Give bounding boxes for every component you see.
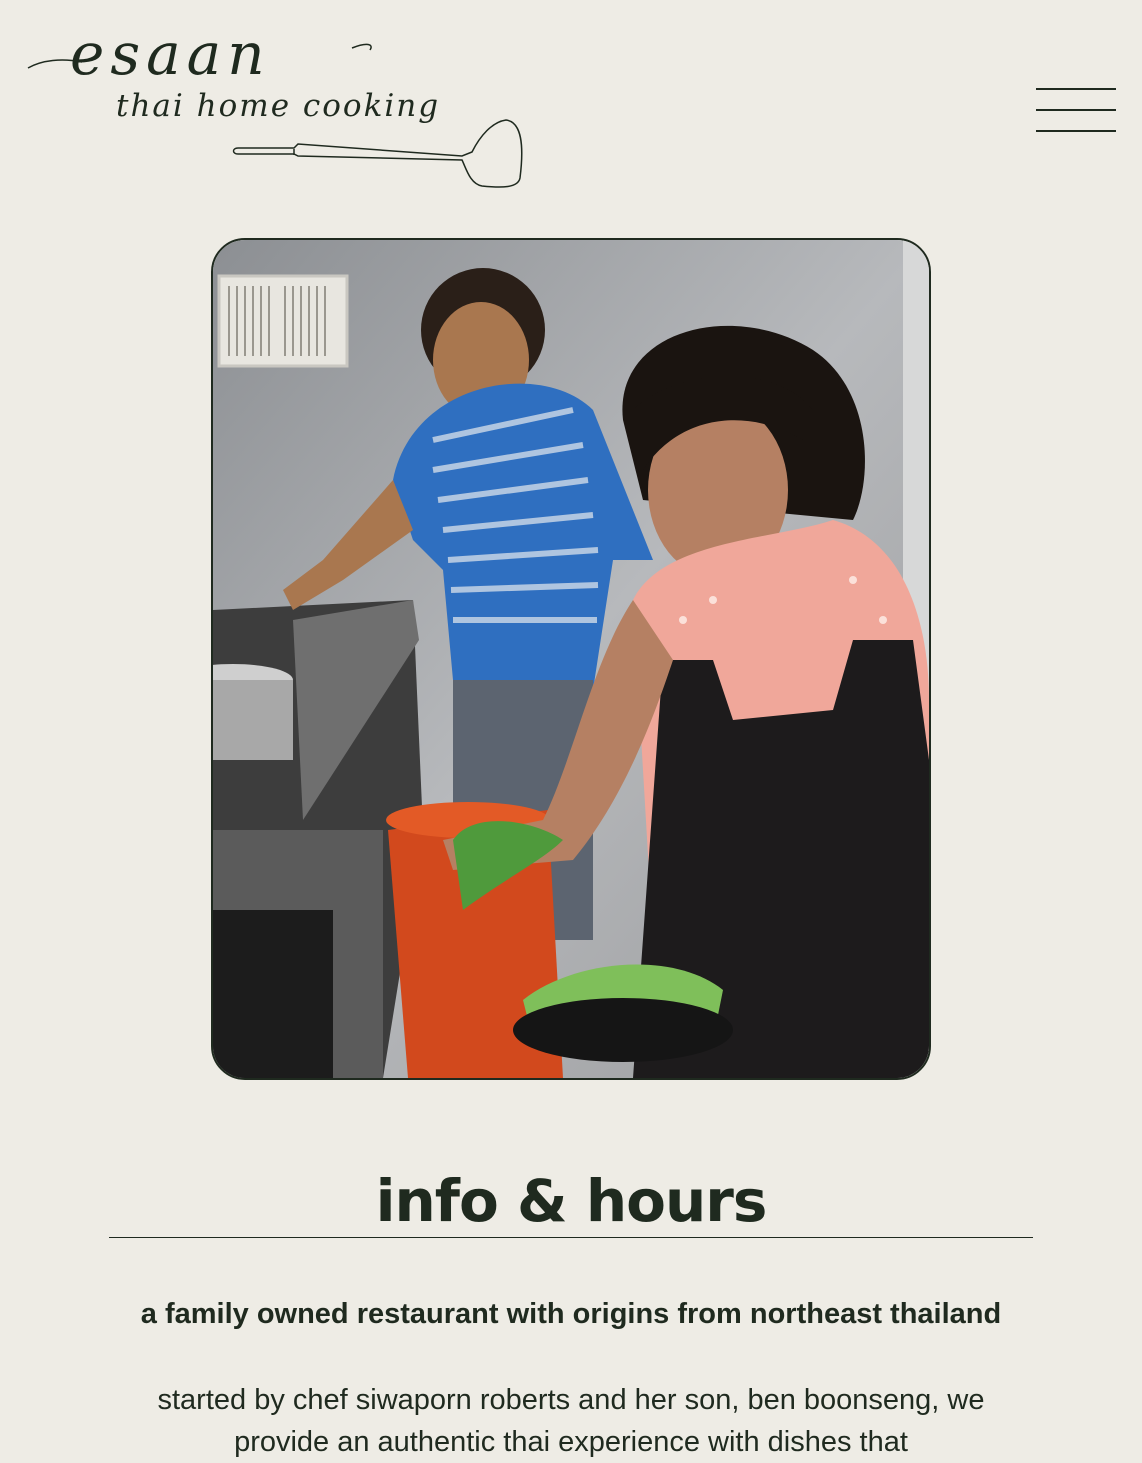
menu-line-top (1036, 88, 1116, 90)
hamburger-menu-icon[interactable] (1034, 86, 1118, 136)
page-heading: info & hours (375, 1166, 768, 1235)
kitchen-photo-illustration (213, 240, 929, 1078)
page-subheading: a family owned restaurant with origins f… (140, 1298, 1002, 1331)
hero-photo (211, 238, 931, 1080)
menu-line-middle (1036, 109, 1116, 111)
section-divider (109, 1237, 1033, 1238)
brand-tagline: thai home cooking (116, 88, 441, 124)
brand-logo[interactable]: esaan thai home cooking (22, 20, 532, 198)
about-paragraph: started by chef siwaporn roberts and her… (157, 1384, 985, 1458)
menu-line-bottom (1036, 130, 1116, 132)
brand-name: esaan (70, 20, 271, 88)
site-header: esaan thai home cooking (0, 0, 1142, 210)
